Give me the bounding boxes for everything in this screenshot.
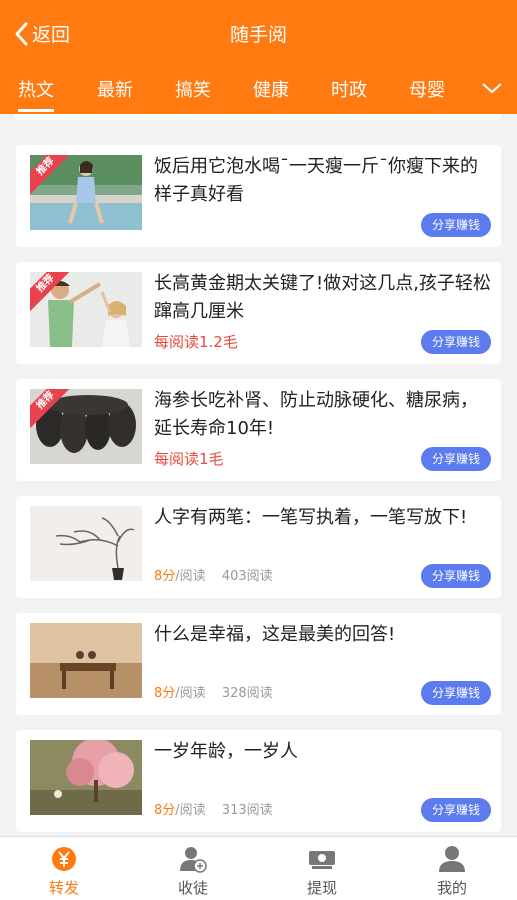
article-title[interactable]: 饭后用它泡水喝¯一天瘦一斤¯你瘦下来的样子真好看 (154, 153, 494, 209)
tab-hot[interactable]: 热文 (18, 76, 54, 112)
article-thumbnail: 推荐 (30, 272, 142, 347)
score-value: 8分 (154, 803, 176, 818)
profile-icon (439, 846, 465, 872)
nav-label: 提现 (306, 879, 337, 897)
chevron-down-icon[interactable] (481, 80, 503, 96)
article-card[interactable]: 什么是幸福，这是最美的回答! 8分/阅读 328阅读 分享赚钱 (16, 613, 501, 715)
nav-recruit[interactable]: 收徒 (153, 845, 233, 898)
article-feed[interactable]: 推荐 饭后用它泡水喝¯一天瘦一斤¯你瘦下来的样子真好看 分享赚钱 推荐 长高黄金… (0, 114, 517, 836)
article-card[interactable]: 推荐 长高黄金期太关键了!做对这几点,孩子轻松蹿高几厘米 每阅读1.2毛 分享赚… (16, 262, 501, 364)
tab-health[interactable]: 健康 (253, 76, 289, 102)
article-meta: 8分/阅读 313阅读 (154, 799, 273, 818)
tab-parenting[interactable]: 母婴 (409, 76, 445, 102)
article-title[interactable]: 什么是幸福，这是最美的回答! (154, 621, 494, 649)
tab-politics[interactable]: 时政 (331, 76, 367, 102)
score-suffix: /阅读 (175, 569, 206, 584)
nav-label: 我的 (436, 879, 467, 897)
read-count: 403阅读 (221, 569, 273, 584)
nav-withdraw[interactable]: 提现 (282, 845, 362, 898)
article-title[interactable]: 长高黄金期太关键了!做对这几点,孩子轻松蹿高几厘米 (154, 270, 494, 326)
category-tabs: 热文 最新 搞笑 健康 时政 母婴 (0, 72, 517, 112)
article-thumbnail: 推荐 (30, 155, 142, 230)
nav-profile[interactable]: 我的 (412, 845, 492, 898)
read-count: 328阅读 (221, 686, 273, 701)
article-thumbnail (30, 623, 142, 698)
article-title[interactable]: 一岁年龄，一岁人 (154, 738, 494, 766)
share-earn-button[interactable]: 分享赚钱 (421, 564, 491, 588)
article-card[interactable]: 一岁年龄，一岁人 8分/阅读 313阅读 分享赚钱 (16, 730, 501, 832)
nav-forward[interactable]: 转发 (24, 845, 104, 898)
tab-latest[interactable]: 最新 (97, 76, 133, 102)
nav-label: 转发 (48, 879, 79, 897)
cash-icon (309, 851, 335, 869)
app-header: 返回 随手阅 热文 最新 搞笑 健康 时政 母婴 (0, 0, 517, 114)
page-title: 随手阅 (229, 24, 287, 46)
score-value: 8分 (154, 686, 176, 701)
share-earn-button[interactable]: 分享赚钱 (421, 681, 491, 705)
share-earn-button[interactable]: 分享赚钱 (421, 213, 491, 237)
article-title[interactable]: 人字有两笔：一笔写执着，一笔写放下! (154, 504, 494, 532)
nav-label: 收徒 (177, 879, 208, 897)
article-card[interactable]: 推荐 海参长吃补肾、防止动脉硬化、糖尿病，延长寿命10年! 每阅读1毛 分享赚钱 (16, 379, 501, 481)
share-earn-button[interactable]: 分享赚钱 (421, 330, 491, 354)
bottom-navigation: 转发 收徒 提现 我的 (0, 836, 517, 900)
article-meta: 8分/阅读 328阅读 (154, 682, 273, 701)
article-thumbnail (30, 506, 142, 581)
score-value: 8分 (154, 569, 176, 584)
previous-card-stub (14, 114, 501, 120)
read-count: 313阅读 (221, 803, 273, 818)
article-meta: 8分/阅读 403阅读 (154, 565, 273, 584)
add-user-icon (180, 847, 207, 873)
share-earn-button[interactable]: 分享赚钱 (421, 447, 491, 471)
article-thumbnail: 推荐 (30, 389, 142, 464)
reading-reward: 每阅读1.2毛 (154, 333, 238, 351)
score-suffix: /阅读 (175, 803, 206, 818)
article-card[interactable]: 人字有两笔：一笔写执着，一笔写放下! 8分/阅读 403阅读 分享赚钱 (16, 496, 501, 598)
tab-funny[interactable]: 搞笑 (175, 76, 211, 102)
score-suffix: /阅读 (175, 686, 206, 701)
reading-reward: 每阅读1毛 (154, 450, 224, 468)
yen-coin-icon (52, 847, 76, 871)
share-earn-button[interactable]: 分享赚钱 (421, 798, 491, 822)
top-bar: 返回 随手阅 (0, 0, 517, 70)
article-thumbnail (30, 740, 142, 815)
article-title[interactable]: 海参长吃补肾、防止动脉硬化、糖尿病，延长寿命10年! (154, 387, 494, 443)
article-card[interactable]: 推荐 饭后用它泡水喝¯一天瘦一斤¯你瘦下来的样子真好看 分享赚钱 (16, 145, 501, 247)
